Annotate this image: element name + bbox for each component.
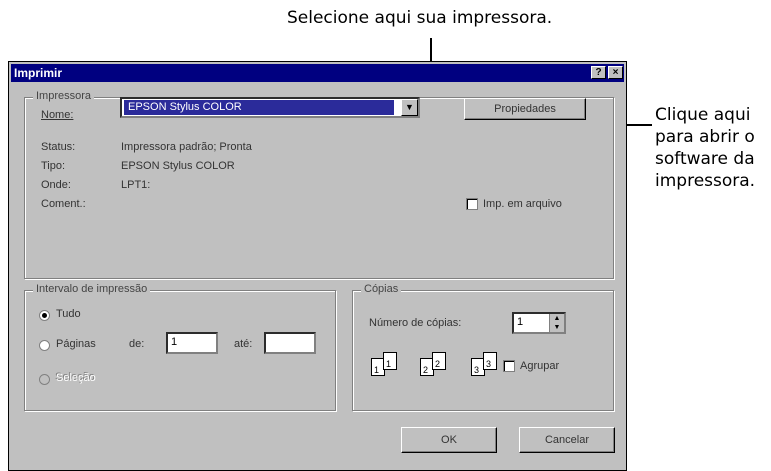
to-field[interactable]	[264, 332, 316, 354]
copies-value: 1	[517, 316, 524, 328]
printer-name-value: EPSON Stylus COLOR	[124, 100, 394, 115]
copies-number-label: Número de cópias:	[369, 317, 462, 329]
callout-line: para abrir o	[655, 127, 755, 147]
title-bar: Imprimir ? ×	[11, 64, 624, 82]
cancel-button[interactable]: Cancelar	[519, 427, 615, 453]
properties-button[interactable]: Propiedades	[464, 98, 586, 120]
callout-line: impressora.	[655, 171, 756, 191]
printer-group: Impressora	[24, 90, 614, 279]
dialog-title: Imprimir	[14, 66, 63, 80]
radio-pages[interactable]	[39, 340, 50, 351]
callout-select-printer: Selecione aqui sua impressora.	[287, 8, 553, 28]
status-value: Impressora padrão; Pronta	[121, 141, 252, 153]
collate-checkbox[interactable]	[503, 360, 515, 372]
pages-label: Páginas	[56, 338, 96, 350]
all-label: Tudo	[56, 308, 81, 320]
chevron-down-icon[interactable]: ▼	[401, 99, 418, 116]
collate-page-icon: 3	[483, 352, 497, 370]
printer-name-select[interactable]: EPSON Stylus COLOR ▼	[120, 97, 420, 118]
printer-group-legend: Impressora	[33, 90, 95, 102]
comment-label: Coment.:	[41, 198, 86, 210]
callout-line: Clique aqui	[655, 105, 751, 125]
print-to-file-label: Imp. em arquivo	[483, 198, 562, 210]
collate-page-icon: 1	[383, 352, 397, 370]
ok-button[interactable]: OK	[401, 427, 497, 453]
close-button[interactable]: ×	[608, 66, 623, 79]
spinner-arrows-icon[interactable]: ▲ ▼	[549, 314, 564, 332]
type-label: Tipo:	[41, 160, 66, 172]
where-label: Onde:	[41, 179, 71, 191]
callout-properties: Clique aqui para abrir o software da imp…	[655, 104, 755, 192]
print-to-file-checkbox[interactable]	[466, 198, 478, 210]
selection-label: Seleção	[56, 372, 96, 384]
from-field[interactable]: 1	[166, 332, 218, 354]
radio-all[interactable]	[39, 310, 50, 321]
print-dialog: Imprimir ? × Impressora Nome: EPSON Styl…	[8, 61, 627, 471]
radio-selection[interactable]	[39, 374, 50, 385]
copies-legend: Cópias	[361, 283, 402, 295]
name-label-text: Nome:	[41, 109, 74, 121]
collate-label: Agrupar	[520, 360, 560, 372]
copies-stepper[interactable]: 1 ▲ ▼	[512, 312, 566, 334]
help-button[interactable]: ?	[591, 66, 606, 79]
from-label: de:	[129, 338, 145, 350]
to-label: até:	[234, 338, 253, 350]
copies-group: Cópias	[352, 283, 614, 411]
print-range-legend: Intervalo de impressão	[33, 283, 151, 295]
collate-page-icon: 2	[432, 352, 446, 370]
type-value: EPSON Stylus COLOR	[121, 160, 235, 172]
where-value: LPT1:	[121, 179, 151, 191]
name-label: Nome:	[41, 109, 73, 121]
status-label: Status:	[41, 141, 76, 153]
callout-line: software da	[655, 149, 755, 169]
